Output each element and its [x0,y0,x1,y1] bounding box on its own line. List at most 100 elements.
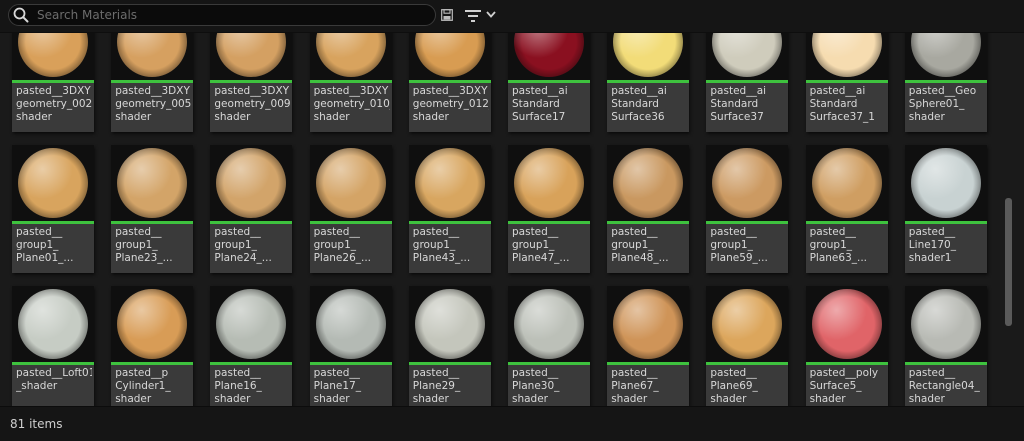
material-thumbnail [706,286,789,362]
asset-type-bar [309,221,392,224]
material-tile[interactable]: pasted__3DXY geometry_002_ shader [12,33,94,132]
material-label: pasted__3DXY geometry_012_ shader [412,85,489,123]
material-thumbnail [309,145,392,221]
material-tile[interactable]: pasted__poly Surface5_ shader [805,286,888,406]
material-thumbnail [111,33,194,80]
asset-type-bar [111,362,194,365]
material-sphere-preview [712,33,783,77]
material-tile[interactable]: pasted__3DXY geometry_010_ shader [309,33,392,132]
material-tile[interactable]: pasted__ group1_ Plane24_... [210,145,293,273]
material-tile[interactable]: pasted__3DXY geometry_012_ shader [408,33,491,132]
save-icon[interactable] [441,9,453,21]
material-tile[interactable]: pasted__ai Standard Surface17 [508,33,590,132]
material-thumbnail [408,145,491,221]
material-tile[interactable]: pasted__ group1_ Plane59_... [706,145,789,273]
material-thumbnail [607,145,690,221]
material-tile[interactable]: pasted__ai Standard Surface37_1 [805,33,888,132]
asset-type-bar [210,221,293,224]
chevron-down-icon[interactable] [486,11,496,18]
material-tile[interactable]: pasted__p Cylinder1_ shader [111,286,194,406]
filter-icon[interactable] [464,9,482,23]
asset-type-bar [805,362,888,365]
asset-type-bar [12,221,94,224]
material-thumbnail [111,286,194,362]
material-sphere-preview [315,33,386,77]
material-tile[interactable]: pasted__ group1_ Plane23_... [111,145,194,273]
material-tile[interactable]: pasted__ Plane29_ shader [408,286,491,406]
asset-type-bar [210,80,293,83]
material-label: pasted__3DXY geometry_002_ shader [16,85,92,123]
material-tile[interactable]: pasted__ group1_ Plane26_... [309,145,392,273]
material-label: pasted__ group1_ Plane63_... [809,226,868,264]
material-tile[interactable]: pasted__ group1_ Plane43_... [408,145,491,273]
vertical-scrollbar[interactable] [1005,198,1012,326]
material-label: pasted__ group1_ Plane47_... [512,226,570,264]
asset-type-bar [210,362,293,365]
status-bar: 81 items [0,406,1024,441]
material-tile[interactable]: pasted__3DXY geometry_009_ shader [210,33,293,132]
material-label: pasted__ Plane69_ shader [710,367,758,405]
search-icon [13,7,29,23]
asset-type-bar [408,80,491,83]
material-tile[interactable]: pasted__ Plane67_ shader [607,286,690,406]
asset-type-bar [805,221,888,224]
asset-type-bar [508,221,590,224]
material-tile[interactable]: pasted__ group1_ Plane48_... [607,145,690,273]
material-sphere-preview [712,289,783,359]
asset-type-bar [12,80,94,83]
material-label: pasted__ai Standard Surface17 [512,85,568,123]
material-label: pasted__ group1_ Plane23_... [115,226,173,264]
material-label: pasted__3DXY geometry_009_ shader [214,85,291,123]
material-thumbnail [607,33,690,80]
asset-type-bar [12,362,94,365]
material-sphere-preview [216,33,287,77]
material-sphere-preview [315,289,386,359]
material-thumbnail [805,286,888,362]
material-tile[interactable]: pasted__ Line170_ shader1 [904,145,987,273]
material-label: pasted__ Line170_ shader1 [908,226,956,264]
material-sphere-preview [414,289,485,359]
material-label: pasted__ group1_ Plane43_... [412,226,471,264]
asset-type-bar [607,80,690,83]
material-tile[interactable]: pasted__ Plane69_ shader [706,286,789,406]
material-tile[interactable]: pasted__ Rectangle04_ shader [904,286,987,406]
material-label: pasted__ Plane29_ shader [412,367,461,405]
material-label: pasted__ group1_ Plane24_... [214,226,272,264]
material-sphere-preview [514,148,584,218]
material-thumbnail [805,145,888,221]
material-label: pasted__ai Standard Surface37_1 [809,85,875,123]
material-tile[interactable]: pasted__ Plane16_ shader [210,286,293,406]
material-tile[interactable]: pasted__Geo Sphere01_ shader [904,33,987,132]
material-sphere-preview [613,148,684,218]
material-thumbnail [805,33,888,80]
material-tile[interactable]: pasted__ Plane30_ shader [508,286,590,406]
material-sphere-preview [18,289,88,359]
material-thumbnail [508,286,590,362]
material-thumbnail [408,33,491,80]
material-thumbnail [309,286,392,362]
material-tile[interactable]: pasted__ai Standard Surface36 [607,33,690,132]
material-label: pasted__ai Standard Surface37 [710,85,767,123]
top-toolbar [0,0,1024,33]
material-label: pasted__ group1_ Plane59_... [710,226,768,264]
material-label: pasted__Geo Sphere01_ shader [908,85,977,123]
material-sphere-preview [514,33,584,77]
material-sphere-preview [315,148,386,218]
material-grid: pasted__3DXY geometry_002_ shader pasted_… [0,33,1010,406]
material-tile[interactable]: pasted__ Plane17_ shader [309,286,392,406]
material-sphere-preview [414,148,485,218]
search-input[interactable] [37,6,427,24]
asset-type-bar [805,80,888,83]
material-sphere-preview [414,33,485,77]
material-tile[interactable]: pasted__ group1_ Plane63_... [805,145,888,273]
material-tile[interactable]: pasted__ai Standard Surface37 [706,33,789,132]
material-tile[interactable]: pasted__ group1_ Plane01_... [12,145,94,273]
material-tile[interactable]: pasted__Loft01 _shader [12,286,94,406]
material-tile[interactable]: pasted__ group1_ Plane47_... [508,145,590,273]
material-label: pasted__ Plane16_ shader [214,367,262,405]
material-tile[interactable]: pasted__3DXY geometry_005_ shader [111,33,194,132]
material-thumbnail [12,33,94,80]
material-sphere-preview [613,33,684,77]
search-box[interactable] [8,4,436,26]
material-thumbnail [210,286,293,362]
